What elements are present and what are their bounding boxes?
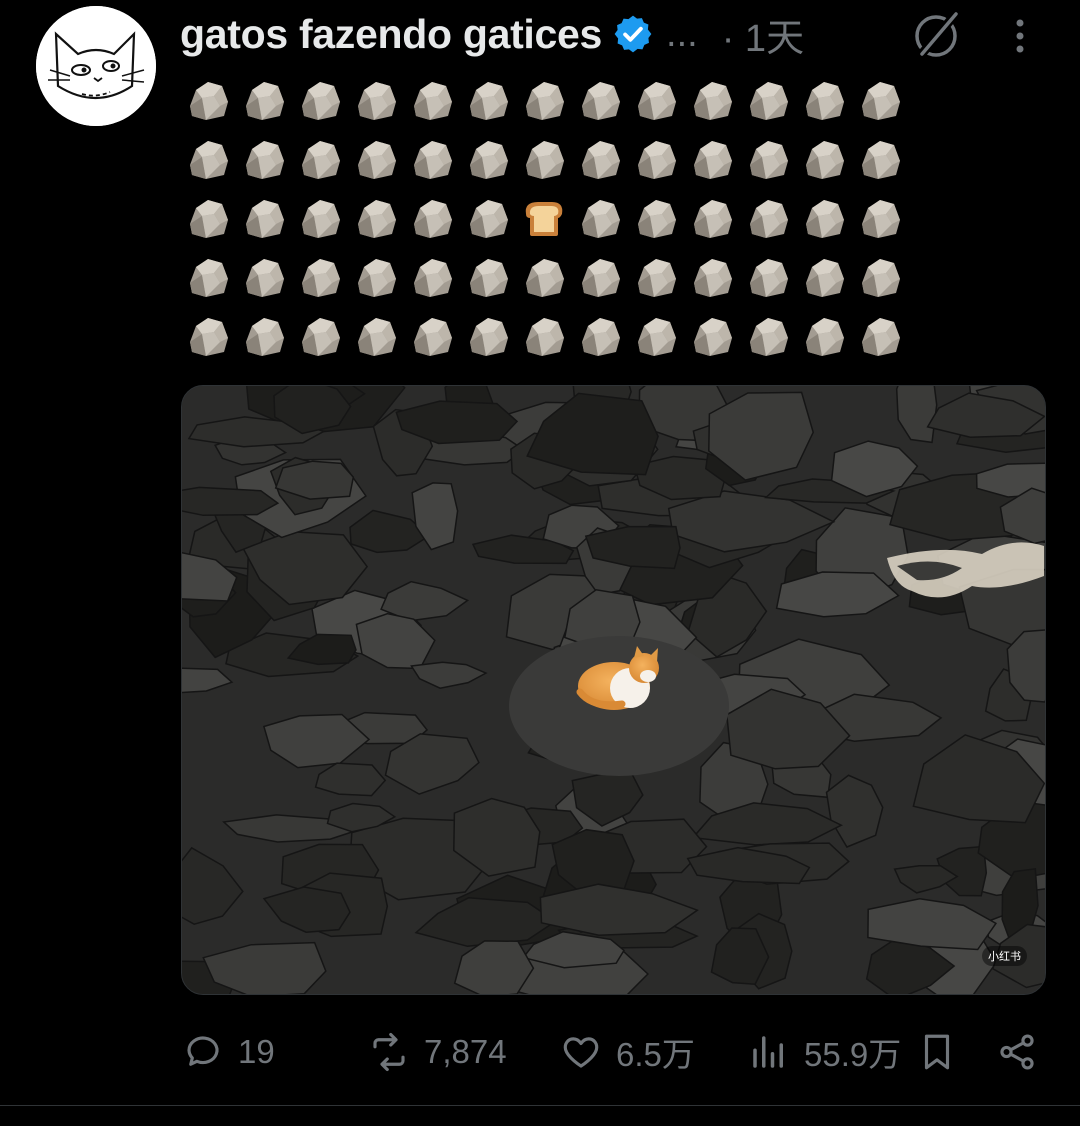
like-button[interactable]: 6.5万 <box>560 1024 695 1080</box>
rock-emoji-icon <box>462 251 514 303</box>
rock-emoji-icon <box>798 310 850 362</box>
rock-emoji-icon <box>630 192 682 244</box>
rock-emoji-icon <box>742 133 794 185</box>
rock-emoji-icon <box>854 192 906 244</box>
rock-emoji-icon <box>798 74 850 126</box>
rock-emoji-icon <box>406 192 458 244</box>
rock-emoji-icon <box>462 74 514 126</box>
rock-emoji-icon <box>686 251 738 303</box>
heart-icon <box>563 1037 599 1068</box>
rock-emoji-icon <box>406 74 458 126</box>
rock-emoji-icon <box>630 310 682 362</box>
grok-icon[interactable] <box>910 10 962 62</box>
rock-emoji-icon <box>798 192 850 244</box>
rock-emoji-icon <box>238 310 290 362</box>
rock-emoji-icon <box>518 74 570 126</box>
rock-emoji-icon <box>294 133 346 185</box>
rock-emoji-icon <box>798 251 850 303</box>
verified-badge-icon[interactable] <box>612 13 654 55</box>
rock-emoji-icon <box>518 310 570 362</box>
rock-emoji-icon <box>406 310 458 362</box>
rock-emoji-icon <box>182 192 234 244</box>
rock-emoji-icon <box>574 74 626 126</box>
tweet-media-image[interactable]: 小红书 <box>181 385 1046 995</box>
rock-emoji-icon <box>238 74 290 126</box>
rock-emoji-icon <box>406 251 458 303</box>
rock-emoji-icon <box>350 133 402 185</box>
emoji-text-grid <box>182 74 912 369</box>
rock-emoji-icon <box>574 251 626 303</box>
reply-button[interactable]: 19 <box>182 1024 275 1080</box>
like-count: 6.5万 <box>616 1036 695 1073</box>
rock-emoji-icon <box>294 74 346 126</box>
rock-emoji-icon <box>742 310 794 362</box>
bread-emoji-icon <box>518 192 570 244</box>
rock-emoji-icon <box>238 192 290 244</box>
rock-emoji-icon <box>742 192 794 244</box>
analytics-icon <box>753 1036 783 1068</box>
view-count: 55.9万 <box>804 1036 902 1073</box>
rock-emoji-icon <box>182 74 234 126</box>
xiaohongshu-watermark: 小红书 <box>982 946 1027 966</box>
rock-emoji-icon <box>630 251 682 303</box>
rock-emoji-icon <box>742 74 794 126</box>
rock-emoji-icon <box>238 251 290 303</box>
rock-emoji-icon <box>462 133 514 185</box>
repost-icon <box>373 1032 405 1072</box>
rock-emoji-icon <box>350 74 402 126</box>
rock-emoji-icon <box>238 133 290 185</box>
rock-emoji-icon <box>574 310 626 362</box>
rock-emoji-icon <box>518 133 570 185</box>
rock-emoji-icon <box>798 133 850 185</box>
tweet-actions-bar: 19 7,874 6.5万 55.9万 <box>182 1024 1042 1080</box>
rock-emoji-icon <box>686 133 738 185</box>
tweet-timestamp[interactable]: · 1天 <box>722 7 804 62</box>
rock-emoji-icon <box>182 251 234 303</box>
repost-button[interactable]: 7,874 <box>368 1024 507 1080</box>
rock-emoji-icon <box>350 251 402 303</box>
rock-emoji-icon <box>182 310 234 362</box>
rock-emoji-icon <box>406 133 458 185</box>
author-name[interactable]: gatos fazendo gatices <box>180 11 602 58</box>
rock-emoji-icon <box>630 133 682 185</box>
rock-emoji-icon <box>630 74 682 126</box>
reply-count: 19 <box>238 1033 275 1070</box>
share-button[interactable] <box>996 1024 1038 1080</box>
cat-avatar-icon <box>36 6 156 126</box>
repost-count: 7,874 <box>424 1033 507 1070</box>
rock-emoji-icon <box>518 251 570 303</box>
rock-emoji-icon <box>742 251 794 303</box>
tweet-divider <box>0 1105 1080 1106</box>
views-button[interactable]: 55.9万 <box>748 1024 901 1080</box>
rock-emoji-icon <box>854 310 906 362</box>
rock-emoji-icon <box>686 74 738 126</box>
rock-emoji-icon <box>462 192 514 244</box>
tweet-header: gatos fazendo gatices ... · 1天 <box>180 8 1060 60</box>
rock-emoji-icon <box>574 192 626 244</box>
share-icon <box>1000 1034 1034 1070</box>
rock-emoji-icon <box>686 192 738 244</box>
bookmark-button[interactable] <box>916 1024 958 1080</box>
bookmark-icon <box>924 1034 950 1070</box>
cat-on-rocks-photo <box>182 386 1045 994</box>
rock-emoji-icon <box>294 192 346 244</box>
rock-emoji-icon <box>350 310 402 362</box>
more-options-icon[interactable] <box>998 14 1042 58</box>
rock-emoji-icon <box>686 310 738 362</box>
rock-emoji-icon <box>350 192 402 244</box>
rock-emoji-icon <box>294 251 346 303</box>
reply-icon <box>187 1036 219 1066</box>
rock-emoji-icon <box>462 310 514 362</box>
rock-emoji-icon <box>854 133 906 185</box>
author-handle[interactable]: ... <box>666 13 698 56</box>
rock-emoji-icon <box>854 74 906 126</box>
rock-emoji-icon <box>574 133 626 185</box>
rock-emoji-icon <box>854 251 906 303</box>
avatar[interactable] <box>36 6 156 126</box>
rock-emoji-icon <box>294 310 346 362</box>
rock-emoji-icon <box>182 133 234 185</box>
